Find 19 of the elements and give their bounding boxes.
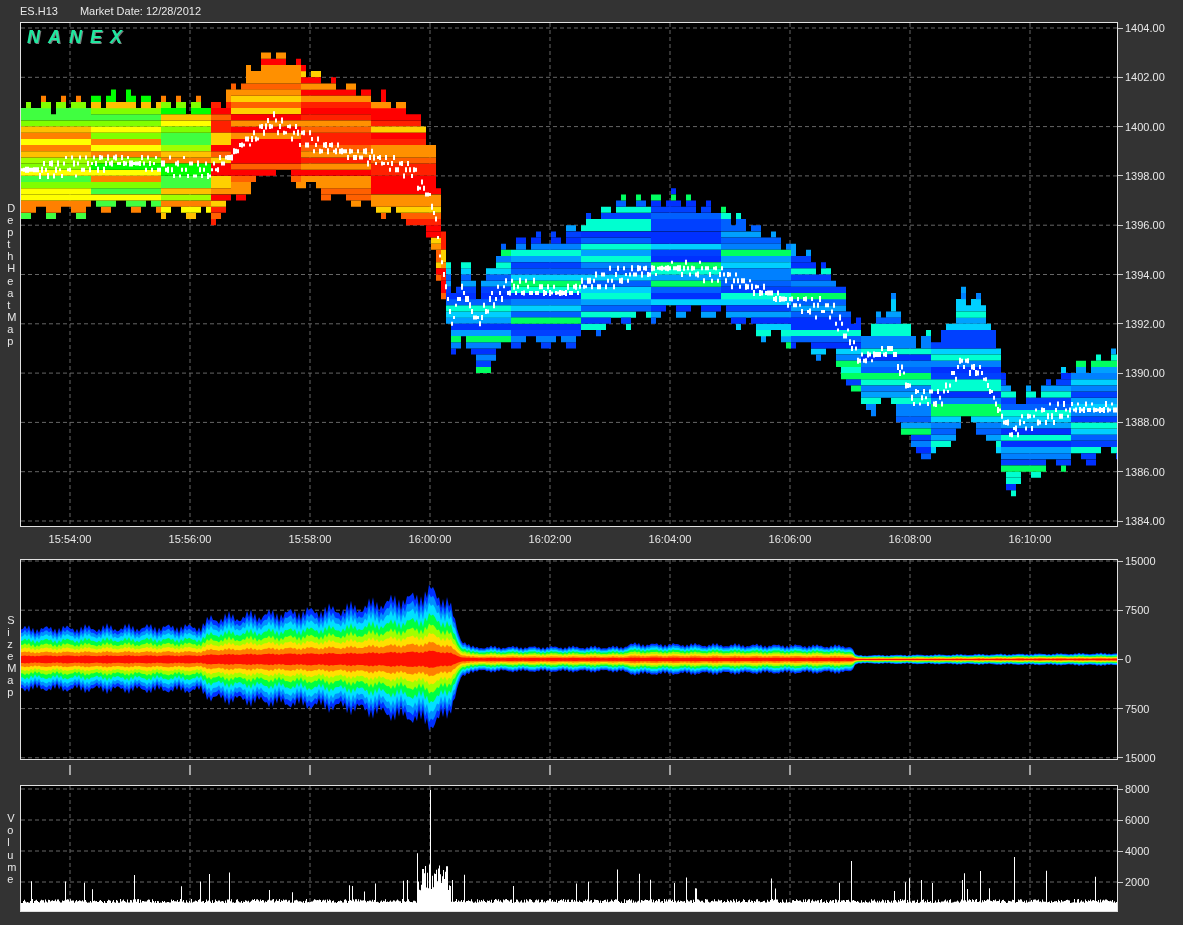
logo: NANEX <box>27 27 130 48</box>
symbol-label: ES.H13 <box>20 5 58 17</box>
time-label: 16:04:00 <box>648 533 692 545</box>
market-date: Market Date: 12/28/2012 <box>79 5 201 17</box>
axis-label: 2000 <box>1118 875 1150 889</box>
time-label: 15:58:00 <box>288 533 332 545</box>
time-label: 16:08:00 <box>888 533 932 545</box>
time-label: 16:06:00 <box>768 533 812 545</box>
axis-label: 8000 <box>1118 782 1150 796</box>
axis-label: 6000 <box>1118 813 1150 827</box>
time-label: 16:10:00 <box>1008 533 1052 545</box>
axis-label: 4000 <box>1118 844 1150 858</box>
time-label: 16:00:00 <box>408 533 452 545</box>
axis-label: 1384.00 <box>1118 514 1165 528</box>
axis-label: 15000 <box>1118 554 1156 568</box>
axis-label: 1404.00 <box>1118 21 1165 35</box>
time-label: 15:54:00 <box>48 533 92 545</box>
time-label: 16:02:00 <box>528 533 572 545</box>
time-label: 15:56:00 <box>168 533 212 545</box>
